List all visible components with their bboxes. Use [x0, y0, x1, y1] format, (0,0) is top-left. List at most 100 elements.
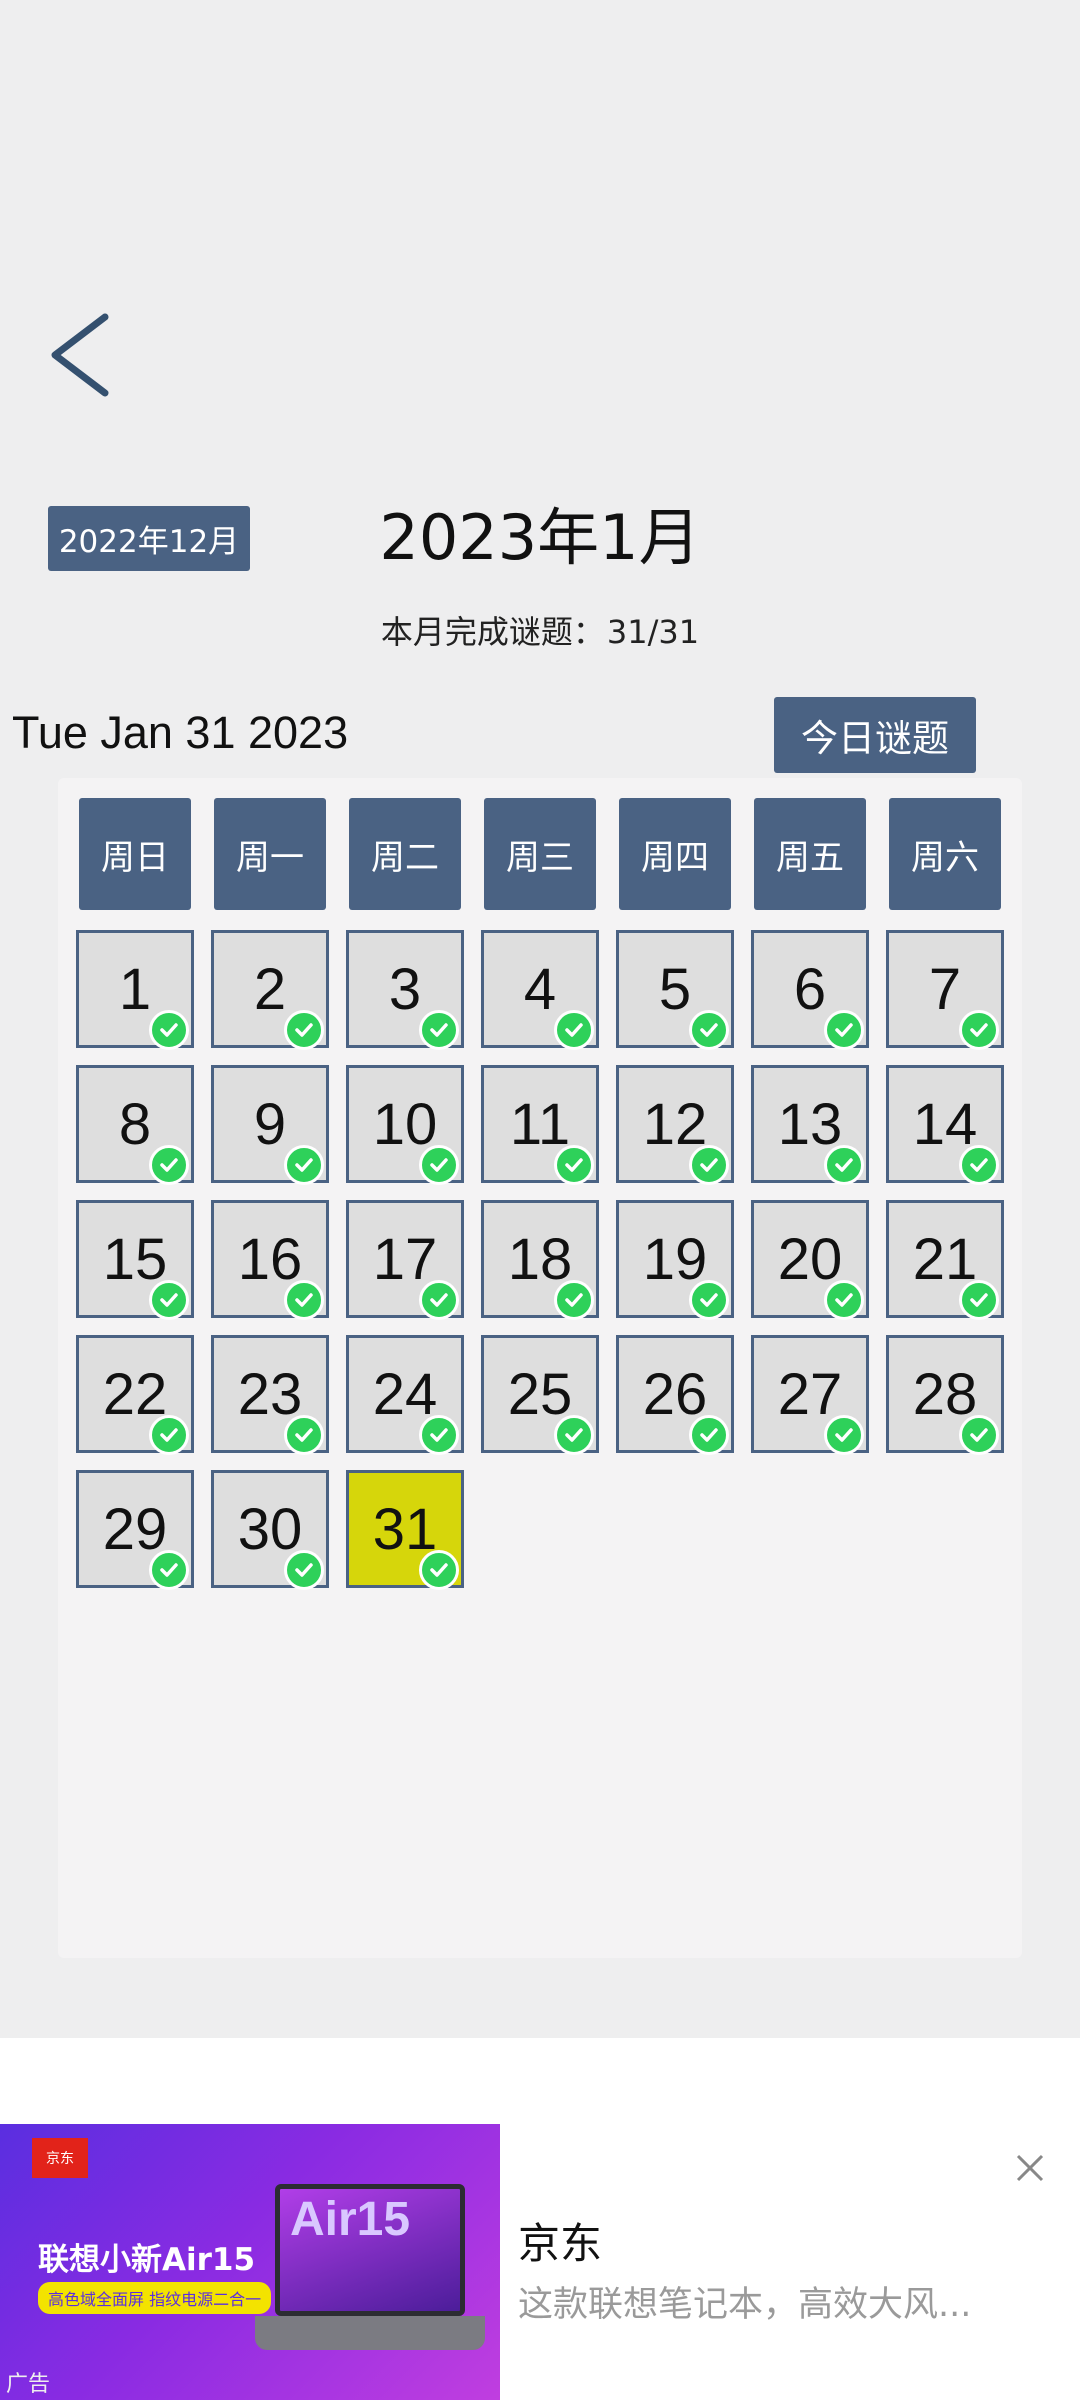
current-date: Tue Jan 31 2023: [12, 707, 349, 758]
laptop-base: [255, 2316, 485, 2350]
ad-title[interactable]: 京东: [518, 2210, 602, 2271]
day-number: 1: [118, 956, 152, 1022]
calendar-day[interactable]: 17: [346, 1200, 464, 1320]
check-circle-icon: [284, 1415, 324, 1455]
weekday-header: 周四: [619, 798, 731, 910]
check-circle-icon: [824, 1280, 864, 1320]
chevron-left-icon: [51, 313, 109, 397]
check-circle-icon: [149, 1550, 189, 1590]
weekday-header: 周二: [349, 798, 461, 910]
check-circle-icon: [959, 1145, 999, 1185]
day-number: 6: [793, 956, 827, 1022]
ad-headline: 联想小新Air15: [38, 2242, 256, 2278]
day-number: 11: [509, 1091, 571, 1157]
close-icon: [1016, 2154, 1044, 2182]
check-circle-icon: [689, 1415, 729, 1455]
calendar-day[interactable]: 14: [886, 1065, 1004, 1185]
calendar-day[interactable]: 28: [886, 1335, 1004, 1455]
month-title: 2023年1月: [379, 501, 701, 574]
calendar-day[interactable]: 4: [481, 930, 599, 1050]
check-circle-icon: [554, 1280, 594, 1320]
calendar-day[interactable]: 12: [616, 1065, 734, 1185]
check-circle-icon: [284, 1280, 324, 1320]
ad-banner: 京东 Air15 联想小新Air15 高色域全面屏 指纹电源二合一 广告 京东 …: [0, 2038, 1080, 2400]
calendar-day[interactable]: 2: [211, 930, 329, 1050]
ad-logo: 京东: [32, 2138, 88, 2178]
check-circle-icon: [284, 1010, 324, 1050]
calendar-day[interactable]: 30: [211, 1470, 329, 1590]
calendar-day[interactable]: 6: [751, 930, 869, 1050]
check-circle-icon: [689, 1280, 729, 1320]
calendar-day-today[interactable]: 31: [346, 1470, 464, 1590]
check-circle-icon: [824, 1145, 864, 1185]
check-circle-icon: [689, 1145, 729, 1185]
day-number: 4: [523, 956, 557, 1022]
check-circle-icon: [149, 1415, 189, 1455]
calendar-day[interactable]: 19: [616, 1200, 734, 1320]
calendar-day[interactable]: 13: [751, 1065, 869, 1185]
calendar-day[interactable]: 29: [76, 1470, 194, 1590]
weekday-header: 周六: [889, 798, 1001, 910]
calendar-day[interactable]: 11: [481, 1065, 599, 1185]
day-number: 9: [253, 1091, 287, 1157]
calendar-day[interactable]: 1: [76, 930, 194, 1050]
check-circle-icon: [149, 1280, 189, 1320]
back-button[interactable]: [36, 300, 126, 410]
ad-label: 广告: [6, 2372, 51, 2397]
day-number: 7: [928, 956, 962, 1022]
calendar-day[interactable]: 18: [481, 1200, 599, 1320]
check-circle-icon: [149, 1145, 189, 1185]
weekday-header: 周三: [484, 798, 596, 910]
calendar-day[interactable]: 3: [346, 930, 464, 1050]
calendar-day[interactable]: 24: [346, 1335, 464, 1455]
calendar-day[interactable]: 5: [616, 930, 734, 1050]
day-number: 5: [658, 956, 692, 1022]
calendar-day[interactable]: 26: [616, 1335, 734, 1455]
check-circle-icon: [419, 1415, 459, 1455]
check-circle-icon: [959, 1010, 999, 1050]
month-progress: 本月完成谜题：31/31: [300, 606, 780, 658]
calendar-day[interactable]: 9: [211, 1065, 329, 1185]
check-circle-icon: [419, 1280, 459, 1320]
check-circle-icon: [689, 1010, 729, 1050]
day-number: 8: [118, 1091, 152, 1157]
calendar-day[interactable]: 23: [211, 1335, 329, 1455]
check-circle-icon: [419, 1010, 459, 1050]
check-circle-icon: [284, 1550, 324, 1590]
check-circle-icon: [554, 1145, 594, 1185]
check-circle-icon: [554, 1415, 594, 1455]
weekday-header: 周一: [214, 798, 326, 910]
calendar-day[interactable]: 7: [886, 930, 1004, 1050]
check-circle-icon: [824, 1010, 864, 1050]
weekday-header: 周日: [79, 798, 191, 910]
check-circle-icon: [959, 1415, 999, 1455]
check-circle-icon: [419, 1550, 459, 1590]
progress-label: 本月完成谜题：: [380, 613, 605, 651]
ad-product-text: Air15: [290, 2193, 411, 2246]
day-number: 3: [388, 956, 422, 1022]
ad-close-button[interactable]: [1010, 2148, 1050, 2188]
calendar-day[interactable]: 16: [211, 1200, 329, 1320]
weekday-header: 周五: [754, 798, 866, 910]
calendar-day[interactable]: 10: [346, 1065, 464, 1185]
check-circle-icon: [554, 1010, 594, 1050]
check-circle-icon: [284, 1145, 324, 1185]
day-number: 2: [253, 956, 287, 1022]
progress-value: 31/31: [606, 613, 700, 651]
calendar-day[interactable]: 21: [886, 1200, 1004, 1320]
calendar-day[interactable]: 22: [76, 1335, 194, 1455]
calendar-day[interactable]: 27: [751, 1335, 869, 1455]
calendar-day[interactable]: 8: [76, 1065, 194, 1185]
check-circle-icon: [149, 1010, 189, 1050]
ad-tagline: 高色域全面屏 指纹电源二合一: [38, 2282, 272, 2314]
ad-image[interactable]: 京东 Air15 联想小新Air15 高色域全面屏 指纹电源二合一 广告: [0, 2124, 500, 2400]
calendar-day[interactable]: 15: [76, 1200, 194, 1320]
check-circle-icon: [824, 1415, 864, 1455]
prev-month-button[interactable]: 2022年12月: [48, 506, 250, 571]
today-puzzle-button[interactable]: 今日谜题: [774, 697, 976, 773]
check-circle-icon: [959, 1280, 999, 1320]
calendar-day[interactable]: 20: [751, 1200, 869, 1320]
check-circle-icon: [419, 1145, 459, 1185]
ad-description[interactable]: 这款联想笔记本，高效大风...: [518, 2276, 1058, 2327]
calendar-day[interactable]: 25: [481, 1335, 599, 1455]
